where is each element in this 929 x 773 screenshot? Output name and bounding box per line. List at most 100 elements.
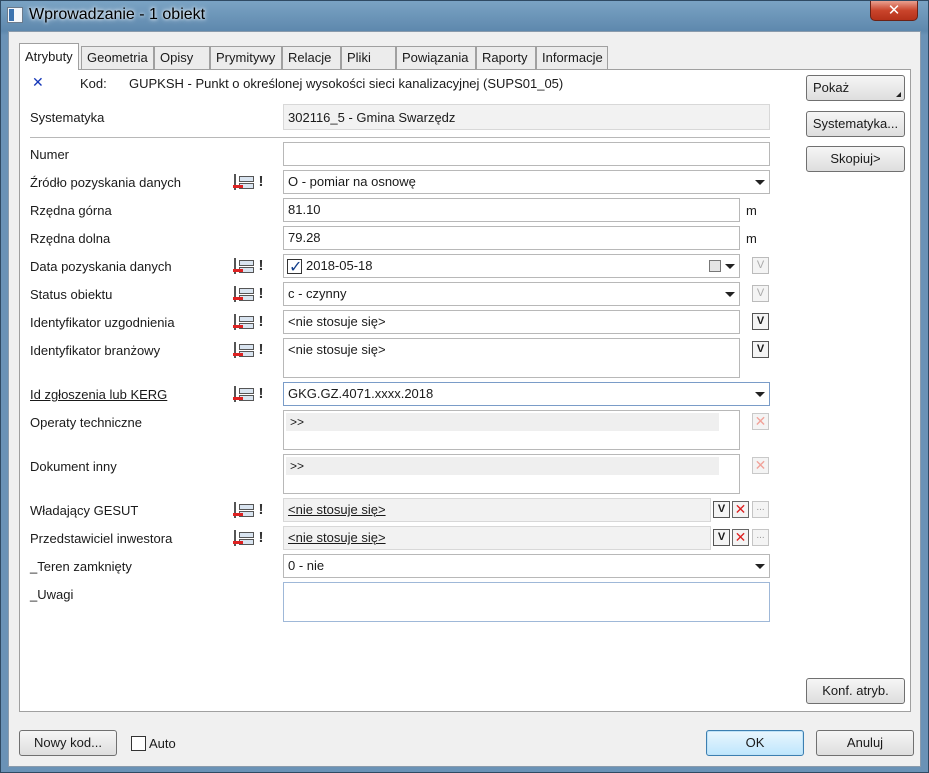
tab-atrybuty[interactable]: Atrybuty	[19, 43, 79, 70]
validate-button[interactable]: V	[713, 529, 730, 546]
required-icon: !	[258, 313, 264, 330]
wladajacy-icons: !	[233, 501, 270, 519]
tab-opisy[interactable]: Opisy	[154, 46, 210, 69]
operaty-box[interactable]: >>	[283, 410, 740, 450]
zrodlo-label: Źródło pozyskania danych	[30, 175, 182, 190]
numer-label: Numer	[30, 147, 70, 162]
numer-input[interactable]	[283, 142, 770, 166]
dokument-value[interactable]: >>	[286, 457, 719, 475]
corner-arrow-icon	[896, 92, 901, 97]
status-select[interactable]: c - czynny	[283, 282, 740, 306]
calendar-icon[interactable]	[709, 260, 721, 272]
systematyka-button[interactable]: Systematyka...	[806, 111, 905, 137]
chevron-down-icon[interactable]	[725, 264, 735, 269]
uwagi-label: _Uwagi	[30, 587, 74, 602]
dictionary-icon[interactable]	[233, 314, 254, 330]
dialog-client: Atrybuty Geometria Opisy Prymitywy Relac…	[8, 31, 921, 767]
teren-select[interactable]: 0 - nie	[283, 554, 770, 578]
validate-button[interactable]: V	[752, 341, 769, 358]
dokument-box[interactable]: >>	[283, 454, 740, 494]
tab-relacje[interactable]: Relacje	[282, 46, 341, 69]
teren-label: _Teren zamknięty	[30, 559, 132, 574]
rzedna-gorna-unit: m	[746, 203, 757, 218]
dictionary-icon[interactable]	[233, 502, 254, 518]
dictionary-icon[interactable]	[233, 286, 254, 302]
chevron-down-icon[interactable]	[755, 392, 765, 397]
tab-raporty[interactable]: Raporty	[476, 46, 536, 69]
nowy-kod-button[interactable]: Nowy kod...	[19, 730, 117, 756]
remove-button[interactable]: ✕	[752, 457, 769, 474]
date-checkbox[interactable]: ✓	[287, 259, 302, 276]
id-uzgodnienia-icons: !	[233, 313, 270, 331]
pokaz-label: Pokaż	[813, 80, 850, 95]
dokument-label: Dokument inny	[30, 459, 117, 474]
id-zgloszenia-icons: !	[233, 385, 270, 403]
validate-button[interactable]: V	[713, 501, 730, 518]
tab-pliki[interactable]: Pliki	[341, 46, 396, 69]
tab-powiazania[interactable]: Powiązania	[396, 46, 476, 69]
przedstawiciel-link[interactable]: <nie stosuje się>	[283, 526, 711, 550]
validate-button[interactable]: V	[752, 285, 769, 302]
status-icons: !	[233, 285, 270, 303]
tab-prymitywy[interactable]: Prymitywy	[210, 46, 282, 69]
uwagi-textarea[interactable]	[283, 582, 770, 622]
required-icon: !	[258, 385, 264, 402]
status-value: c - czynny	[288, 286, 347, 301]
tab-geometria[interactable]: Geometria	[81, 46, 154, 69]
close-button[interactable]: ✕	[870, 1, 918, 21]
title-bar[interactable]: Wprowadzanie - 1 obiekt ✕	[1, 1, 928, 31]
dictionary-icon[interactable]	[233, 342, 254, 358]
pokaz-button[interactable]: Pokaż	[806, 75, 905, 101]
id-zgloszenia-value: GKG.GZ.4071.xxxx.2018	[288, 386, 434, 401]
dictionary-icon[interactable]	[233, 174, 254, 190]
operaty-value[interactable]: >>	[286, 413, 719, 431]
remove-button[interactable]: ✕	[752, 413, 769, 430]
tab-informacje[interactable]: Informacje	[536, 46, 608, 69]
anuluj-button[interactable]: Anuluj	[816, 730, 914, 756]
rzedna-gorna-input[interactable]: 81.10	[283, 198, 740, 222]
validate-button[interactable]: V	[752, 257, 769, 274]
rzedna-gorna-label: Rzędna górna	[30, 203, 112, 218]
kod-value: GUPKSH - Punkt o określonej wysokości si…	[129, 76, 564, 91]
separator	[30, 137, 770, 138]
dictionary-icon[interactable]	[233, 530, 254, 546]
required-icon: !	[258, 173, 264, 190]
id-zgloszenia-link[interactable]: Id zgłoszenia lub KERG	[30, 387, 167, 402]
dictionary-icon[interactable]	[233, 258, 254, 274]
data-icons: !	[233, 257, 270, 275]
id-uzgodnienia-input[interactable]: <nie stosuje się>	[283, 310, 740, 334]
konf-atryb-button[interactable]: Konf. atryb.	[806, 678, 905, 704]
data-pozyskania-value: 2018-05-18	[306, 258, 373, 273]
status-label: Status obiektu	[30, 287, 113, 302]
rzedna-dolna-input[interactable]: 79.28	[283, 226, 740, 250]
skopiuj-button[interactable]: Skopiuj>	[806, 146, 905, 172]
zrodlo-value: O - pomiar na osnowę	[288, 174, 416, 189]
chevron-down-icon[interactable]	[755, 564, 765, 569]
przedstawiciel-icons: !	[233, 529, 270, 547]
data-pozyskania-picker[interactable]: ✓ 2018-05-18	[283, 254, 740, 278]
id-branzowy-input[interactable]: <nie stosuje się>	[283, 338, 740, 378]
remove-button[interactable]: ✕	[732, 529, 749, 546]
dictionary-icon[interactable]	[233, 386, 254, 402]
id-branzowy-label: Identyfikator branżowy	[30, 343, 161, 358]
teren-value: 0 - nie	[288, 558, 325, 573]
zrodlo-select[interactable]: O - pomiar na osnowę	[283, 170, 770, 194]
wladajacy-link[interactable]: <nie stosuje się>	[283, 498, 711, 522]
chevron-down-icon[interactable]	[755, 180, 765, 185]
id-zgloszenia-select[interactable]: GKG.GZ.4071.xxxx.2018	[283, 382, 770, 406]
validate-button[interactable]: V	[752, 313, 769, 330]
ok-button[interactable]: OK	[706, 730, 804, 756]
browse-button[interactable]: ...	[752, 529, 769, 546]
object-x-icon: ✕	[32, 74, 44, 90]
chevron-down-icon[interactable]	[725, 292, 735, 297]
data-pozyskania-label: Data pozyskania danych	[30, 259, 172, 274]
browse-button[interactable]: ...	[752, 501, 769, 518]
rzedna-dolna-label: Rzędna dolna	[30, 231, 111, 246]
remove-button[interactable]: ✕	[732, 501, 749, 518]
attributes-panel: ✕ Kod: GUPKSH - Punkt o określonej wysok…	[19, 69, 911, 712]
systematyka-value: 302116_5 - Gmina Swarzędz	[283, 104, 770, 130]
auto-checkbox[interactable]	[131, 736, 146, 751]
required-icon: !	[258, 257, 264, 274]
operaty-label: Operaty techniczne	[30, 415, 143, 430]
id-branzowy-icons: !	[233, 341, 270, 359]
